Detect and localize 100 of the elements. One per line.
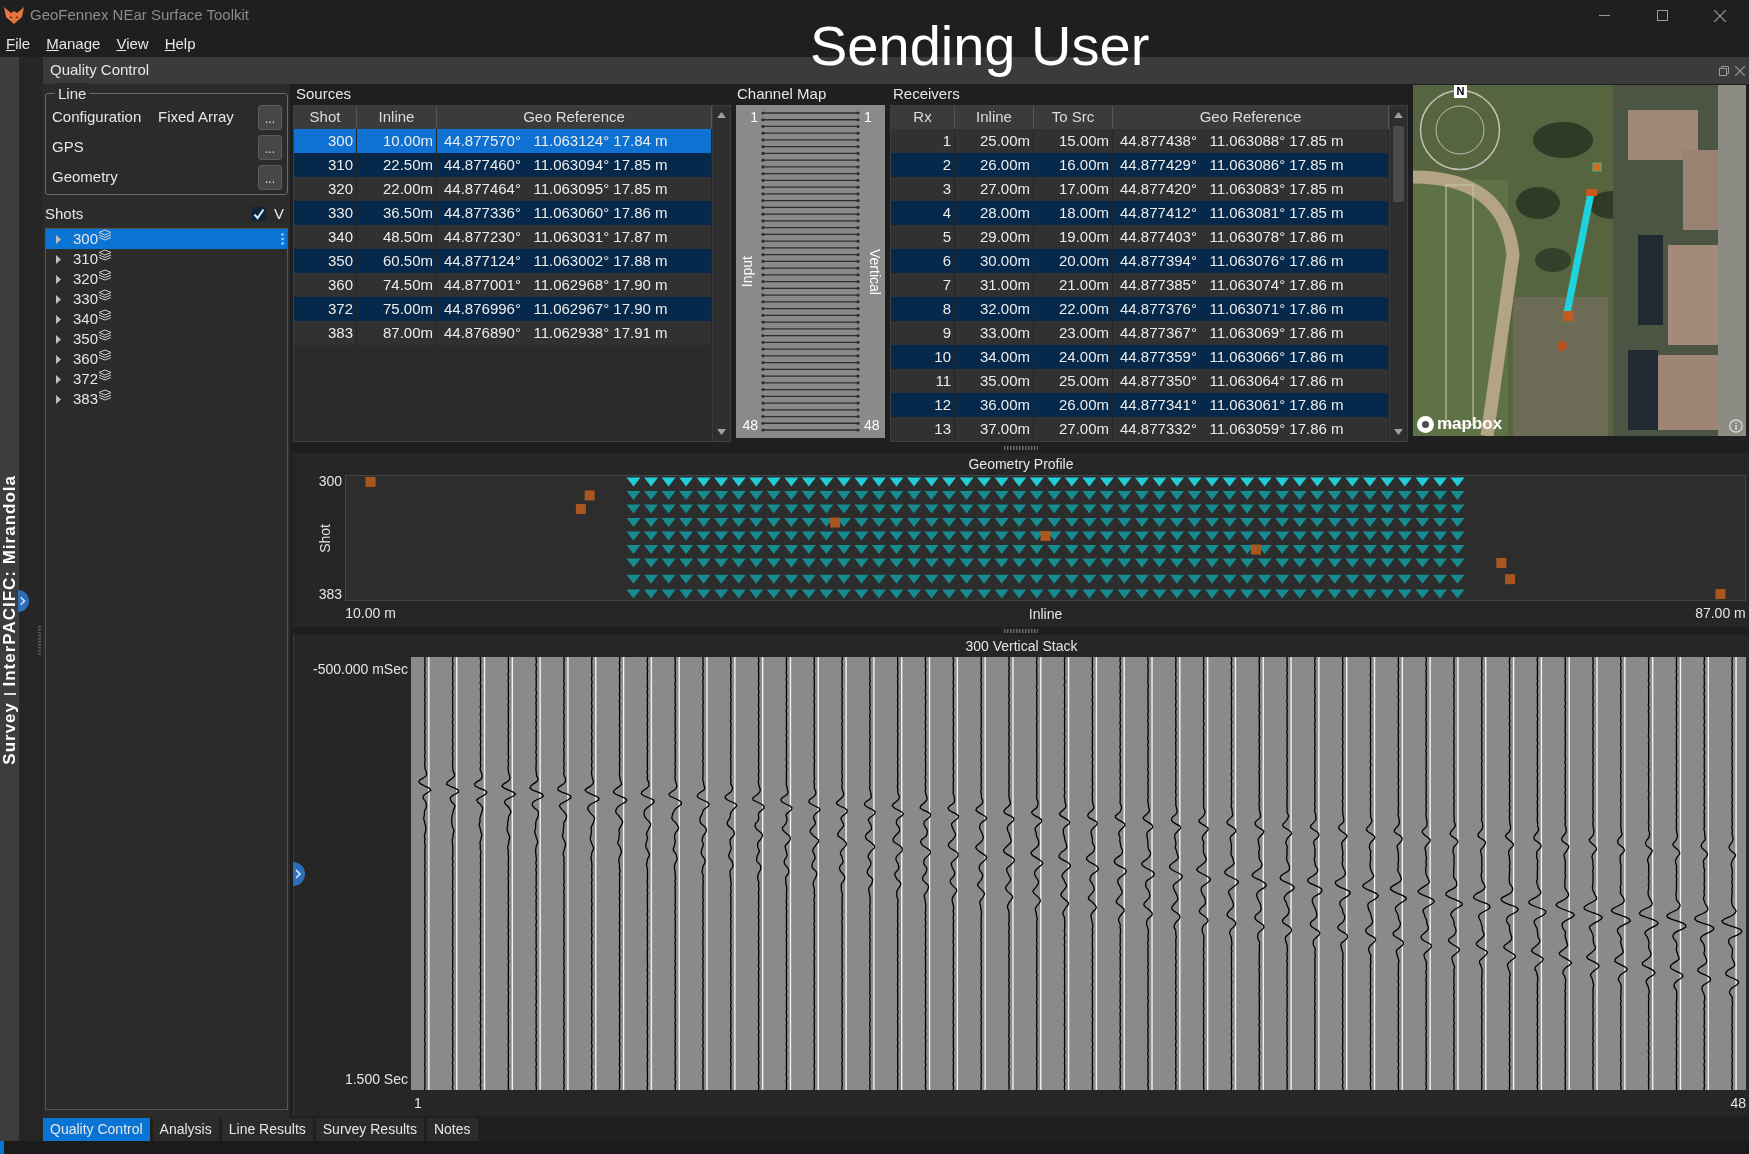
- table-row[interactable]: 13 37.00m 27.00m 44.877332° 11.063059° 17.86 m: [891, 417, 1389, 441]
- maximize-icon: [1656, 10, 1668, 21]
- splitter-grip-icon[interactable]: [1004, 445, 1038, 450]
- kebab-menu-icon[interactable]: [281, 233, 284, 245]
- side-tab[interactable]: InterPACIFC: Mirandola: [0, 474, 19, 687]
- table-row[interactable]: 360 74.50m 44.877001° 11.062968° 17.90 m: [294, 273, 712, 297]
- channel-number: 48: [742, 416, 758, 435]
- table-row[interactable]: 310 22.50m 44.877460° 11.063094° 17.85 m: [294, 153, 712, 177]
- tab[interactable]: Line Results: [221, 1118, 313, 1141]
- tree-item[interactable]: 360: [46, 349, 287, 369]
- table-row[interactable]: 320 22.00m 44.877464° 11.063095° 17.85 m: [294, 177, 712, 201]
- panel-title: Receivers: [892, 84, 961, 105]
- tab[interactable]: Analysis: [152, 1118, 219, 1141]
- menu-item[interactable]: Manage: [46, 32, 101, 56]
- x-tick-label: 10.00 m: [345, 605, 396, 622]
- y-tick-label: 383: [318, 585, 342, 603]
- field-label: Geometry: [52, 166, 119, 187]
- scroll-up-arrow-icon[interactable]: [717, 112, 726, 118]
- scrollbar[interactable]: [1389, 106, 1407, 441]
- tree-item[interactable]: 310: [46, 249, 287, 269]
- layers-icon: [98, 229, 113, 241]
- panel-title: Quality Control: [50, 60, 150, 81]
- layers-icon: [98, 369, 113, 381]
- x-tick-label: 87.00 m: [1695, 605, 1746, 622]
- close-icon[interactable]: [1735, 65, 1745, 76]
- splitter-grip-icon[interactable]: [1004, 629, 1038, 633]
- table-row[interactable]: 11 35.00m 25.00m 44.877350° 11.063064° 17.86 m: [891, 369, 1389, 393]
- table-row[interactable]: 8 32.00m 22.00m 44.877376° 11.063071° 17.86 m: [891, 297, 1389, 321]
- mapbox-logo-icon: [1417, 415, 1434, 433]
- screen-share-label: Sending User: [810, 14, 1150, 78]
- splitter-grip-icon[interactable]: [38, 626, 41, 656]
- panel-title: Channel Map: [736, 84, 828, 105]
- tab[interactable]: Survey Results: [315, 1118, 424, 1141]
- time-axis-label: 1.500 Sec: [344, 1070, 408, 1089]
- tree-item[interactable]: 340: [46, 309, 287, 329]
- minimize-icon: [1598, 15, 1610, 16]
- scroll-up-arrow-icon[interactable]: [1394, 112, 1403, 118]
- table-cell: 37.00m: [955, 417, 1034, 441]
- scroll-down-arrow-icon[interactable]: [1394, 429, 1403, 435]
- y-tick-label: 300: [318, 473, 342, 491]
- table-row[interactable]: 7 31.00m 21.00m 44.877385° 11.063074° 17.86 m: [891, 273, 1389, 297]
- table-row[interactable]: 383 87.00m 44.876890° 11.062938° 17.91 m: [294, 321, 712, 345]
- axis-label: Vertical: [866, 248, 884, 295]
- table-row[interactable]: 1 25.00m 15.00m 44.877438° 11.063088° 17.85 m: [891, 129, 1389, 153]
- table-row[interactable]: 10 34.00m 24.00m 44.877359° 11.063066° 17.86 m: [891, 345, 1389, 369]
- table-row[interactable]: 3 27.00m 17.00m 44.877420° 11.063083° 17.85 m: [891, 177, 1389, 201]
- layers-icon: [98, 329, 113, 341]
- fox-logo-icon: [4, 7, 24, 24]
- axis-label: Input: [738, 255, 756, 288]
- tree-item[interactable]: 383: [46, 389, 287, 409]
- checkbox[interactable]: V: [252, 202, 284, 226]
- field-label: Configuration: [52, 106, 143, 127]
- tree-item[interactable]: 320: [46, 269, 287, 289]
- chart-title: 300 Vertical Stack: [964, 636, 1079, 656]
- tab[interactable]: Notes: [426, 1118, 478, 1141]
- layers-icon: [98, 289, 113, 301]
- layers-icon: [98, 349, 113, 361]
- table-row[interactable]: 9 33.00m 23.00m 44.877367° 11.063069° 17.86 m: [891, 321, 1389, 345]
- table-row[interactable]: 340 48.50m 44.877230° 11.063031° 17.87 m: [294, 225, 712, 249]
- field-label: GPS: [52, 136, 85, 157]
- table-row[interactable]: 2 26.00m 16.00m 44.877429° 11.063086° 17.85 m: [891, 153, 1389, 177]
- table-row[interactable]: 5 29.00m 19.00m 44.877403° 11.063078° 17.86 m: [891, 225, 1389, 249]
- window-title: GeoFennex NEar Surface Toolkit: [30, 5, 249, 26]
- x-axis-title: Inline: [1028, 604, 1063, 624]
- tree-item[interactable]: 300: [46, 229, 287, 249]
- menu-item[interactable]: File: [6, 32, 31, 56]
- compass-icon[interactable]: [1419, 89, 1501, 171]
- browse-button[interactable]: ...: [258, 104, 282, 130]
- layers-icon: [98, 309, 113, 321]
- table-row[interactable]: 330 36.50m 44.877336° 11.063060° 17.86 m: [294, 201, 712, 225]
- browse-button[interactable]: ...: [258, 164, 282, 190]
- table-row[interactable]: 300 10.00m 44.877570° 11.063124° 17.84 m: [294, 129, 712, 153]
- tree-item[interactable]: 330: [46, 289, 287, 309]
- tree-item[interactable]: 372: [46, 369, 287, 389]
- menu-item[interactable]: Help: [164, 32, 196, 56]
- restore-icon[interactable]: [1719, 65, 1729, 76]
- side-tab[interactable]: Survey: [0, 702, 19, 765]
- chevron-tab-icon[interactable]: [293, 862, 305, 886]
- table-row[interactable]: 4 28.00m 18.00m 44.877412° 11.063081° 17.85 m: [891, 201, 1389, 225]
- table-cell: 87.00m: [357, 321, 437, 345]
- menu-item[interactable]: View: [116, 32, 149, 56]
- chevron-tab-icon[interactable]: [18, 590, 29, 612]
- section-title: Shots: [45, 203, 84, 224]
- trace-axis-label: 1: [414, 1093, 422, 1113]
- browse-button[interactable]: ...: [258, 134, 282, 160]
- table-row[interactable]: 12 36.00m 26.00m 44.877341° 11.063061° 17.86 m: [891, 393, 1389, 417]
- scrollbar-thumb[interactable]: [1393, 126, 1404, 202]
- tree-item[interactable]: 350: [46, 329, 287, 349]
- table-cell: 383: [294, 321, 357, 345]
- table-row[interactable]: 350 60.50m 44.877124° 11.063002° 17.88 m: [294, 249, 712, 273]
- chart-title: Geometry Profile: [967, 454, 1075, 474]
- tab[interactable]: Quality Control: [43, 1118, 150, 1141]
- scroll-down-arrow-icon[interactable]: [717, 429, 726, 435]
- table-row[interactable]: 372 75.00m 44.876996° 11.062967° 17.90 m: [294, 297, 712, 321]
- channel-number: 48: [864, 416, 880, 435]
- channel-number: 1: [864, 108, 872, 127]
- y-axis-title: Shot: [316, 523, 334, 553]
- table-cell: 13: [891, 417, 955, 441]
- table-row[interactable]: 6 30.00m 20.00m 44.877394° 11.063076° 17.86 m: [891, 249, 1389, 273]
- close-icon: [1714, 9, 1726, 22]
